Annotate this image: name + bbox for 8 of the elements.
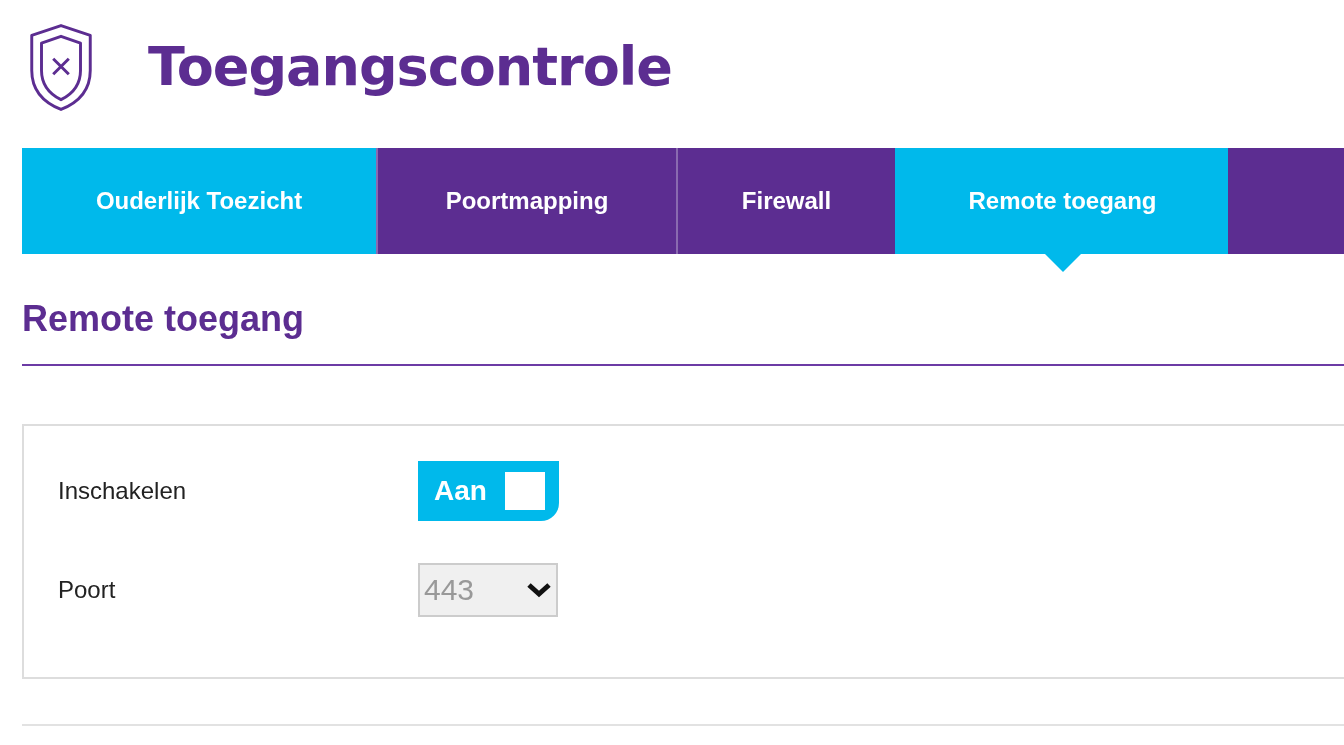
section-heading: Remote toegang [22, 298, 1344, 366]
tab-pointer [1044, 254, 1081, 272]
tab[interactable]: Ouderlijk Toezicht [22, 148, 376, 254]
page-title: Toegangscontrole [148, 34, 672, 98]
toggle-switch[interactable]: Aan [418, 461, 559, 521]
setting-label: Poort [58, 576, 117, 604]
setting-label: Inschakelen [58, 477, 188, 505]
chevron-down-icon [526, 582, 552, 598]
